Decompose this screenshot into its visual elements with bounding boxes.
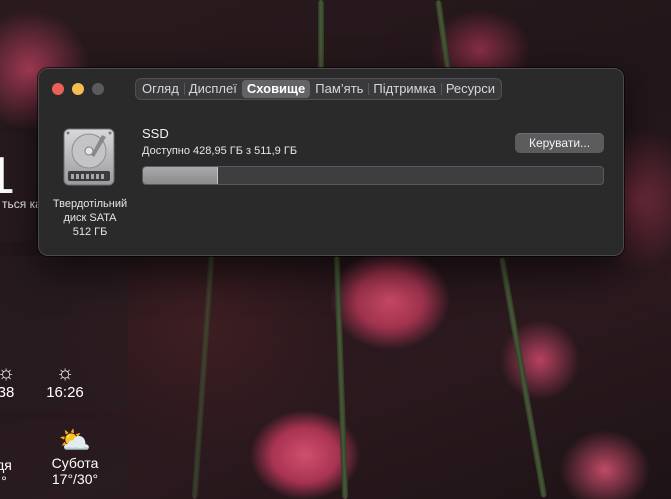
cloud-sun-icon: ⛅ xyxy=(58,425,92,455)
zoom-button[interactable] xyxy=(92,83,104,95)
title-bar[interactable]: Огляд Дисплеї Сховище Пам’ять Підтримка … xyxy=(39,69,623,107)
wallpaper-stem xyxy=(435,0,451,71)
minimize-button[interactable] xyxy=(72,83,84,95)
tab-storage[interactable]: Сховище xyxy=(241,80,311,98)
tab-resources[interactable]: Ресурси xyxy=(440,80,500,98)
wallpaper-stem xyxy=(191,256,215,499)
weather-hour-time: 16:26 xyxy=(46,384,84,401)
weather-left-time: 38 xyxy=(0,384,15,401)
weather-day-temps: 17°/30° xyxy=(51,471,99,487)
tab-displays[interactable]: Дисплеї xyxy=(183,80,242,98)
manage-button[interactable]: Керувати... xyxy=(515,133,604,153)
clock-subtitle: ться ка xyxy=(2,197,42,211)
disk-label-line3: 512 ГБ xyxy=(72,226,108,238)
weather-day-name: Субота xyxy=(51,455,99,471)
weather-left-day: дя xyxy=(0,457,12,473)
weather-left-day-item: дя ° xyxy=(0,457,14,489)
weather-left-temp: ° xyxy=(1,473,7,489)
tab-overview[interactable]: Огляд xyxy=(137,80,184,98)
weather-day-item: ⛅ Субота 17°/30° xyxy=(42,425,108,487)
sun-partial-icon: ☼ xyxy=(0,362,16,384)
tab-memory[interactable]: Пам’ять xyxy=(310,80,368,98)
storage-usage-bar xyxy=(142,166,604,185)
close-button[interactable] xyxy=(52,83,64,95)
weather-hour-item: ☼ 16:26 xyxy=(40,362,90,401)
disk-label-line2: диск SATA xyxy=(63,212,117,224)
wallpaper-stem xyxy=(318,0,324,70)
desktop: 1 ться ка ☼ 38 ☼ 16:26 дя ° ⛅ Субота 17°… xyxy=(0,0,671,499)
available-space-text: Доступно 428,95 ГБ з 511,9 ГБ xyxy=(142,145,298,157)
disk-description: Твердотільний диск SATA 512 ГБ xyxy=(43,197,137,239)
weather-left-item: ☼ 38 xyxy=(0,362,18,401)
storage-usage-fill xyxy=(143,167,218,184)
wallpaper-stem xyxy=(498,257,548,498)
hard-drive-icon xyxy=(63,128,115,186)
wallpaper-stem xyxy=(333,255,349,499)
tab-support[interactable]: Підтримка xyxy=(368,80,440,98)
sun-icon: ☼ xyxy=(55,362,75,384)
disk-label-line1: Твердотільний xyxy=(52,198,128,210)
tab-bar: Огляд Дисплеї Сховище Пам’ять Підтримка … xyxy=(135,78,503,100)
drive-name: SSD xyxy=(142,126,169,141)
about-this-mac-window: Огляд Дисплеї Сховище Пам’ять Підтримка … xyxy=(38,68,624,256)
